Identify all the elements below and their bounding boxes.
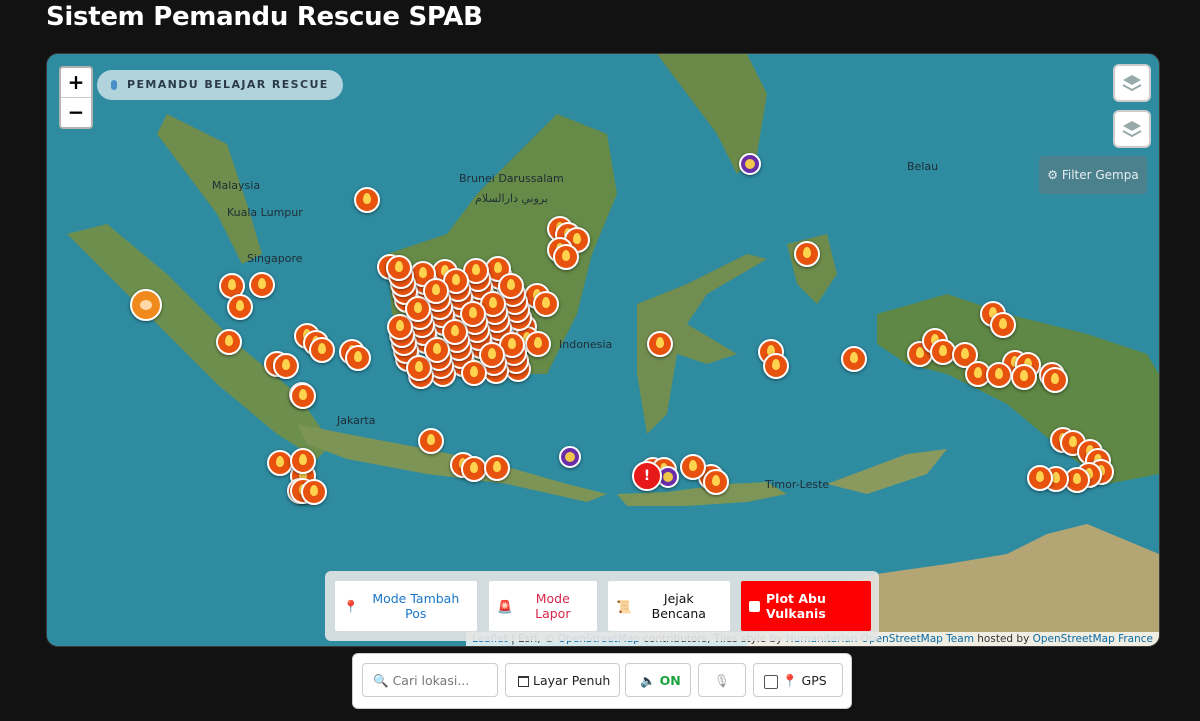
- filter-gempa-button[interactable]: ⚙ Filter Gempa: [1039, 156, 1147, 194]
- label-brunei-arabic: بروني دارالسلام: [475, 192, 549, 205]
- fire-marker[interactable]: [841, 346, 867, 372]
- search-icon: 🔍: [373, 673, 389, 688]
- pin-icon: 📍: [781, 673, 798, 688]
- fire-marker[interactable]: [301, 479, 327, 505]
- fire-marker[interactable]: [703, 469, 729, 495]
- search-placeholder: Cari lokasi...: [392, 673, 470, 688]
- label-indonesia: Indonesia: [559, 338, 613, 351]
- fire-marker[interactable]: [309, 337, 335, 363]
- fire-marker[interactable]: [498, 273, 524, 299]
- fire-marker[interactable]: [354, 187, 380, 213]
- fire-marker[interactable]: [986, 362, 1012, 388]
- volcano-marker[interactable]: [559, 446, 581, 468]
- fire-marker[interactable]: [249, 272, 275, 298]
- earthquake-marker[interactable]: [130, 289, 162, 321]
- fire-marker[interactable]: [763, 353, 789, 379]
- pin-icon: [111, 80, 117, 90]
- label-brunei: Brunei Darussalam: [459, 172, 564, 185]
- gps-toggle[interactable]: 📍 GPS: [753, 663, 843, 697]
- layar-penuh-label: Layar Penuh: [532, 673, 611, 688]
- label-singapore: Singapore: [247, 252, 303, 265]
- sound-on-label: ON: [659, 673, 681, 688]
- gear-icon: ⚙: [1047, 168, 1062, 182]
- jejak-bencana-button[interactable]: 📜 Jejak Bencana: [608, 581, 730, 631]
- gps-checkbox[interactable]: [764, 674, 778, 689]
- mode-badge-label: PEMANDU BELAJAR RESCUE: [127, 78, 329, 91]
- layers-icon: [1122, 75, 1142, 92]
- map[interactable]: Malaysia Kuala Lumpur Singapore Brunei D…: [46, 53, 1160, 647]
- mode-badge: PEMANDU BELAJAR RESCUE: [97, 70, 343, 100]
- page-title: Sistem Pemandu Rescue SPAB: [46, 2, 483, 32]
- label-timor-leste: Timor-Leste: [765, 478, 830, 491]
- fire-marker[interactable]: [794, 241, 820, 267]
- mode-bar: 📍 Mode Tambah Pos 🚨 Mode Lapor 📜 Jejak Benc…: [325, 571, 879, 641]
- fire-marker[interactable]: [1011, 364, 1037, 390]
- bottom-toolbar: 🔍 Cari lokasi... Layar Penuh 🔈 ON 🎙 📍 GP…: [352, 653, 852, 709]
- fire-marker[interactable]: [418, 428, 444, 454]
- filter-gempa-label: Filter Gempa: [1061, 168, 1139, 182]
- fire-marker[interactable]: [273, 353, 299, 379]
- label-malaysia: Malaysia: [212, 179, 261, 192]
- fire-marker[interactable]: [386, 255, 412, 281]
- fire-marker[interactable]: [553, 244, 579, 270]
- fire-marker[interactable]: [290, 448, 316, 474]
- mode-lapor-button[interactable]: 🚨 Mode Lapor: [489, 581, 597, 631]
- label-belau: Belau: [907, 160, 939, 173]
- fire-marker[interactable]: [990, 312, 1016, 338]
- attrib-hosted: hosted by: [973, 633, 1033, 645]
- fire-marker[interactable]: [290, 383, 316, 409]
- scroll-icon: 📜: [616, 598, 632, 614]
- fire-marker[interactable]: [533, 291, 559, 317]
- plot-abu-vulkanis-toggle[interactable]: Plot Abu Vulkanis: [741, 581, 871, 631]
- search-input[interactable]: 🔍 Cari lokasi...: [362, 663, 498, 697]
- fire-marker[interactable]: [227, 294, 253, 320]
- layers-button-2[interactable]: [1113, 110, 1151, 148]
- fire-marker[interactable]: [1042, 367, 1068, 393]
- zoom-in-button[interactable]: +: [61, 68, 91, 97]
- label-kuala-lumpur: Kuala Lumpur: [227, 206, 303, 219]
- fire-marker[interactable]: [647, 331, 673, 357]
- fire-marker[interactable]: [479, 342, 505, 368]
- gps-label: GPS: [801, 673, 827, 688]
- fullscreen-icon: [518, 676, 529, 687]
- fire-marker[interactable]: [267, 450, 293, 476]
- fire-marker[interactable]: [423, 278, 449, 304]
- fire-marker[interactable]: [484, 455, 510, 481]
- jejak-bencana-label: Jejak Bencana: [651, 591, 706, 621]
- mode-tambah-pos-button[interactable]: 📍 Mode Tambah Pos: [335, 581, 477, 631]
- layers-icon: [1122, 121, 1142, 138]
- speaker-icon: 🔈: [640, 673, 656, 688]
- zoom-control: + −: [59, 66, 93, 129]
- fire-marker[interactable]: [680, 454, 706, 480]
- attrib-osmfr[interactable]: OpenStreetMap France: [1033, 633, 1153, 645]
- plot-abu-checkbox[interactable]: [749, 600, 760, 612]
- pin-icon: 📍: [343, 598, 359, 614]
- siren-icon: 🚨: [497, 598, 513, 614]
- microphone-icon: 🎙: [714, 673, 730, 688]
- zoom-out-button[interactable]: −: [61, 97, 91, 127]
- mode-lapor-label: Mode Lapor: [535, 591, 571, 621]
- fire-marker[interactable]: [216, 329, 242, 355]
- mode-tambah-pos-label: Mode Tambah Pos: [372, 591, 460, 621]
- fire-marker[interactable]: [345, 345, 371, 371]
- microphone-button[interactable]: 🎙: [698, 663, 746, 697]
- label-jakarta: Jakarta: [337, 414, 376, 427]
- plot-abu-label: Plot Abu Vulkanis: [766, 591, 826, 621]
- layers-button[interactable]: [1113, 64, 1151, 102]
- volcano-marker[interactable]: [739, 153, 761, 175]
- fire-marker[interactable]: [460, 301, 486, 327]
- fire-marker[interactable]: [1027, 465, 1053, 491]
- sound-toggle-button[interactable]: 🔈 ON: [625, 663, 691, 697]
- layar-penuh-button[interactable]: Layar Penuh: [505, 663, 620, 697]
- alert-marker[interactable]: !: [632, 461, 662, 491]
- fire-marker[interactable]: [525, 331, 551, 357]
